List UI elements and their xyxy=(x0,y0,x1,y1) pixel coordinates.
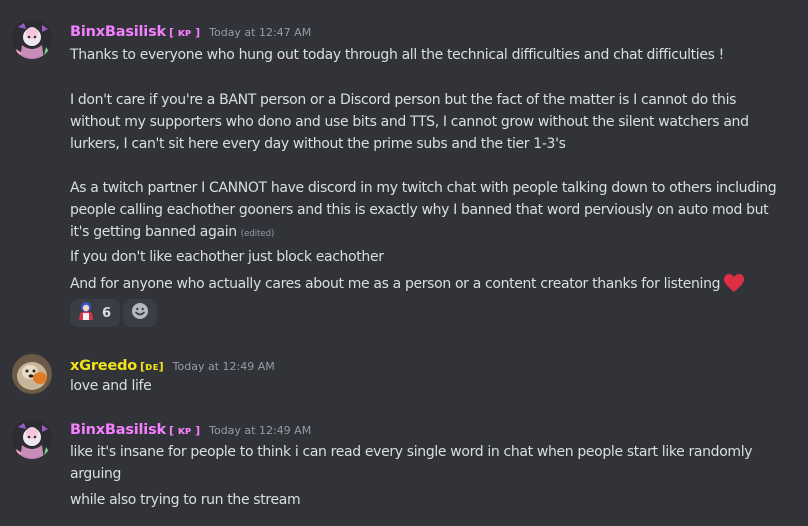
message-line: while also trying to run the stream xyxy=(70,492,301,508)
message-line: As a twitch partner I CANNOT have discor… xyxy=(70,180,777,196)
add-reaction-button[interactable] xyxy=(123,299,157,327)
custom-emote-icon xyxy=(77,301,95,325)
user-tag: [ᴅᴇ] xyxy=(140,360,164,373)
red-heart-icon xyxy=(723,273,745,300)
timestamp[interactable]: Today at 12:49 AM xyxy=(209,424,311,437)
user-tag: [ ᴋᴘ ] xyxy=(168,424,201,437)
message-line: I don't care if you're a BANT person or … xyxy=(70,92,737,108)
username[interactable]: BinxBasilisk xyxy=(70,422,166,438)
reaction-button[interactable]: 6 xyxy=(70,299,120,327)
message-line-edited: it's getting banned again (edited) xyxy=(70,221,798,245)
smiley-face-icon xyxy=(131,302,149,324)
timestamp[interactable]: Today at 12:47 AM xyxy=(209,26,311,39)
message-header: BinxBasilisk [ ᴋᴘ ] Today at 12:47 AM xyxy=(70,24,311,46)
message-line: Thanks to everyone who hung out today th… xyxy=(70,47,724,63)
message-line: If you don't like eachother just block e… xyxy=(70,249,384,265)
message-line: arguing xyxy=(70,466,122,482)
timestamp[interactable]: Today at 12:49 AM xyxy=(173,360,275,373)
message-line: love and life xyxy=(70,378,152,394)
message-line: people calling eachother gooners and thi… xyxy=(70,202,769,218)
message-group-binx-1: BinxBasilisk [ ᴋᴘ ] Today at 12:47 AM Th… xyxy=(0,0,808,330)
message-line: like it's insane for people to think i c… xyxy=(70,444,753,460)
avatar-binxbasilisk[interactable] xyxy=(12,419,52,459)
username[interactable]: xGreedo xyxy=(70,358,137,374)
reaction-count: 6 xyxy=(102,305,112,321)
user-tag: [ ᴋᴘ ] xyxy=(168,26,201,39)
avatar-binxbasilisk[interactable] xyxy=(12,19,52,59)
message-line-text: it's getting banned again xyxy=(70,224,237,240)
message-line: without my supporters who dono and use b… xyxy=(70,114,749,130)
message-line-text: And for anyone who actually cares about … xyxy=(70,276,721,292)
message-line: lurkers, I can't sit here every day with… xyxy=(70,136,566,152)
edited-label: (edited) xyxy=(240,229,275,239)
message-line-with-emoji: And for anyone who actually cares about … xyxy=(70,273,798,300)
avatar-xgreedo[interactable] xyxy=(12,354,52,394)
username[interactable]: BinxBasilisk xyxy=(70,24,166,40)
